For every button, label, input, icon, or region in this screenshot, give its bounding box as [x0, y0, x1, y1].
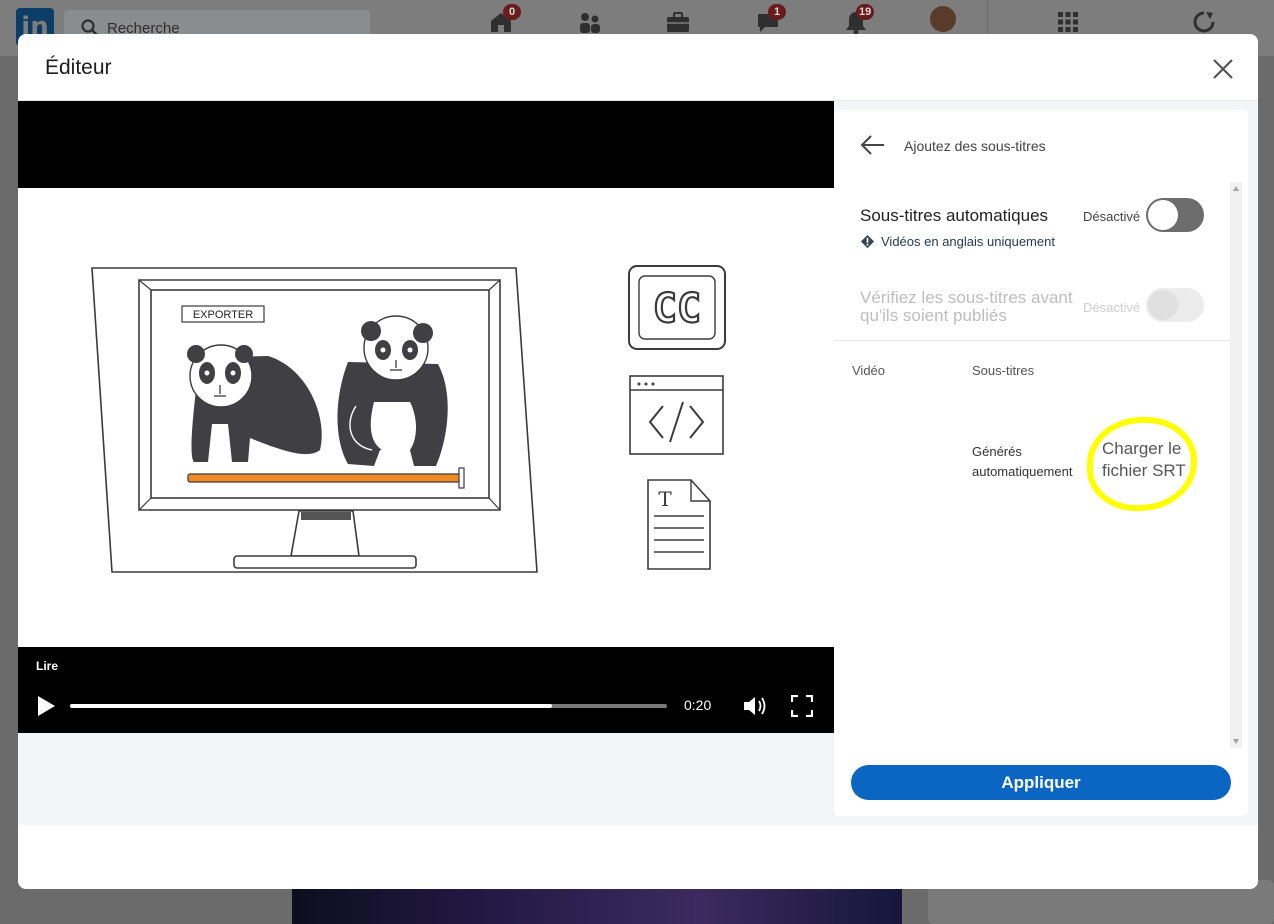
video-time: 0:20 [684, 697, 712, 713]
section-divider [834, 340, 1230, 341]
svg-text:T: T [658, 487, 672, 511]
column-header-video: Vidéo [852, 363, 886, 378]
home-badge: 0 [503, 4, 521, 20]
play-overlay-label: Lire [36, 659, 59, 673]
english-only-text: Vidéos en anglais uniquement [881, 234, 1055, 249]
back-arrow-icon[interactable] [860, 134, 886, 156]
fullscreen-icon[interactable] [791, 695, 813, 717]
upload-srt-link[interactable]: Charger le fichier SRT [1102, 438, 1200, 482]
column-header-subtitles: Sous-titres [972, 363, 1035, 378]
profile-avatar[interactable] [930, 6, 956, 32]
editor-body: EXPORTER CC T Lire 0:20 Ajoutez des sous… [18, 101, 1258, 825]
background-post-image [292, 888, 902, 924]
subtitles-panel: Ajoutez des sous-titres Sous-titres auto… [834, 110, 1248, 816]
network-icon[interactable] [576, 8, 604, 36]
scroll-up-arrow-icon[interactable] [1233, 186, 1239, 191]
video-progress-fill [70, 704, 553, 708]
info-warning-icon [860, 234, 875, 249]
review-captions-toggle [1146, 288, 1204, 322]
premium-icon[interactable] [1190, 8, 1218, 36]
video-progress-track[interactable] [70, 704, 667, 708]
review-captions-state: Désactivé [1083, 300, 1141, 315]
video-player[interactable]: EXPORTER CC T Lire 0:20 [18, 101, 834, 733]
toggle-knob [1148, 290, 1178, 320]
exporter-label: EXPORTER [193, 309, 253, 321]
modal-header: Éditeur [18, 34, 1258, 101]
jobs-icon[interactable] [664, 8, 692, 36]
toggle-knob [1148, 200, 1178, 230]
apply-button[interactable]: Appliquer [851, 765, 1231, 800]
scroll-down-arrow-icon[interactable] [1233, 739, 1239, 744]
auto-captions-label: Sous-titres automatiques [860, 206, 1049, 225]
messages-badge: 1 [768, 4, 786, 20]
video-controls: Lire 0:20 [18, 647, 834, 733]
panel-scrollbar[interactable] [1230, 182, 1242, 748]
close-icon[interactable] [1210, 56, 1236, 82]
svg-text:CC: CC [653, 286, 701, 332]
modal-title: Éditeur [45, 56, 112, 79]
auto-captions-toggle[interactable] [1146, 198, 1204, 232]
video-illustration: EXPORTER CC T [91, 265, 726, 573]
english-only-note: Vidéos en anglais uniquement [860, 234, 1055, 249]
volume-icon[interactable] [742, 694, 768, 718]
notifications-badge: 19 [856, 4, 875, 20]
play-icon[interactable] [36, 695, 56, 717]
review-captions-label: Vérifiez les sous-titres avant qu'ils so… [860, 288, 1073, 325]
panel-heading: Ajoutez des sous-titres [904, 138, 1046, 154]
editor-modal: Éditeur EXPORTER CC T Lire 0:20 Ajoutez … [18, 34, 1258, 889]
apps-grid-icon[interactable] [1054, 8, 1082, 36]
auto-captions-state: Désactivé [1083, 209, 1141, 224]
generated-automatically-label: Générés automatiquement [972, 444, 1073, 479]
video-frame: EXPORTER CC T [18, 188, 834, 647]
